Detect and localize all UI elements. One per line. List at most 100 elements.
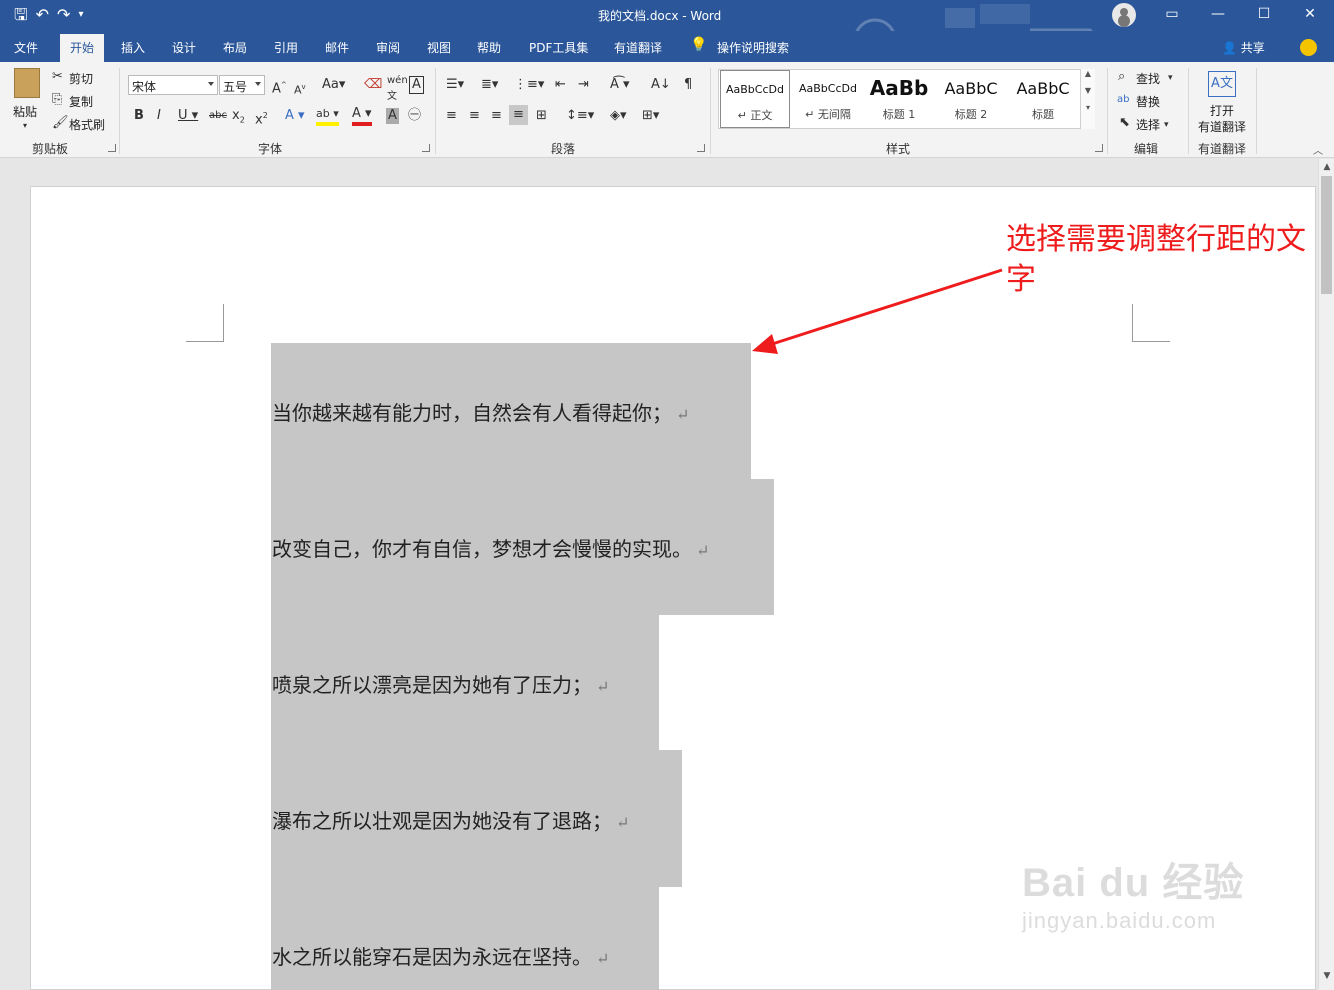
- save-icon[interactable]: 🖫: [14, 5, 28, 25]
- style-heading-1[interactable]: AaBb 标题 1: [866, 70, 932, 128]
- open-youdao-line2[interactable]: 有道翻译: [1198, 118, 1246, 135]
- grow-font-icon[interactable]: A^: [272, 77, 287, 97]
- paste-icon[interactable]: [14, 68, 40, 98]
- select-button[interactable]: 选择: [1136, 116, 1160, 133]
- tab-insert[interactable]: 插入: [121, 39, 145, 56]
- bullets-icon[interactable]: ☰▾: [446, 77, 464, 93]
- font-color-icon[interactable]: A ▾: [352, 106, 372, 126]
- superscript-icon[interactable]: x2: [255, 108, 268, 128]
- text-effects-icon[interactable]: A ▾: [285, 108, 305, 124]
- font-name-combobox[interactable]: 宋体: [128, 75, 218, 95]
- paragraph-launcher-icon[interactable]: [697, 144, 705, 152]
- collapse-ribbon-icon[interactable]: ︿: [1313, 142, 1323, 157]
- format-painter-button[interactable]: 格式刷: [69, 116, 105, 133]
- more-styles-icon[interactable]: ▾: [1081, 103, 1095, 112]
- borders-icon[interactable]: ⊞▾: [642, 108, 659, 124]
- select-cursor-icon[interactable]: ⬉: [1119, 115, 1130, 131]
- format-painter-icon[interactable]: 🖌: [52, 115, 69, 131]
- font-size-combobox[interactable]: 五号: [219, 75, 265, 95]
- subscript-icon[interactable]: x2: [232, 108, 245, 129]
- numbering-icon[interactable]: ≣▾: [481, 77, 498, 93]
- replace-icon[interactable]: ab: [1117, 92, 1129, 108]
- phonetic-guide-icon[interactable]: wén 文: [387, 73, 408, 105]
- feedback-smiley-icon[interactable]: [1300, 39, 1317, 56]
- document-line[interactable]: 当你越来越有能力时，自然会有人看得起你； ↵: [272, 397, 689, 426]
- strikethrough-icon[interactable]: abc: [209, 108, 227, 124]
- select-dropdown-icon[interactable]: ▾: [1164, 117, 1169, 133]
- share-button[interactable]: 👤 共享: [1222, 39, 1265, 56]
- tab-pdf-tools[interactable]: PDF工具集: [529, 39, 588, 56]
- distributed-icon[interactable]: ⊞: [536, 108, 547, 124]
- paste-dropdown-icon[interactable]: ▾: [23, 118, 27, 134]
- style-title[interactable]: AaBbC 标题: [1009, 70, 1077, 128]
- undo-icon[interactable]: ↶: [36, 5, 49, 25]
- align-left-icon[interactable]: ≡: [446, 108, 457, 124]
- find-button[interactable]: 查找: [1136, 70, 1160, 87]
- close-icon[interactable]: ✕: [1300, 4, 1320, 24]
- shrink-font-icon[interactable]: Av: [294, 79, 306, 99]
- tab-review[interactable]: 审阅: [376, 39, 400, 56]
- character-shading-icon[interactable]: A: [386, 108, 399, 124]
- copy-icon[interactable]: ⎘: [52, 92, 62, 108]
- tab-help[interactable]: 帮助: [477, 39, 501, 56]
- style-heading-2[interactable]: AaBbC 标题 2: [937, 70, 1005, 128]
- scroll-thumb[interactable]: [1321, 176, 1332, 294]
- maximize-icon[interactable]: ☐: [1254, 4, 1274, 24]
- tab-references[interactable]: 引用: [274, 39, 298, 56]
- document-line[interactable]: 瀑布之所以壮观是因为她没有了退路； ↵: [272, 805, 629, 834]
- scroll-down-icon[interactable]: ▼: [1319, 968, 1334, 984]
- style-no-spacing[interactable]: AaBbCcDd ↵ 无间隔: [793, 70, 863, 128]
- chevron-up-icon[interactable]: ▲: [1081, 69, 1095, 78]
- customize-qat-icon[interactable]: ▾: [78, 5, 83, 25]
- highlight-color-icon[interactable]: ab ▾: [316, 106, 339, 126]
- chevron-down-icon[interactable]: ▼: [1081, 86, 1095, 95]
- character-border-icon[interactable]: A: [409, 76, 424, 94]
- document-line[interactable]: 水之所以能穿石是因为永远在坚持。 ↵: [272, 941, 609, 970]
- align-center-icon[interactable]: ≡: [469, 108, 480, 124]
- line-spacing-icon[interactable]: ↕≡▾: [566, 108, 594, 124]
- underline-icon[interactable]: U ▾: [178, 108, 198, 124]
- chinese-layout-icon[interactable]: A͡ ▾: [610, 77, 630, 93]
- align-right-icon[interactable]: ≡: [491, 108, 502, 124]
- tell-me-search[interactable]: 操作说明搜索: [717, 39, 789, 56]
- tab-mailings[interactable]: 邮件: [325, 39, 349, 56]
- minimize-icon[interactable]: —: [1208, 4, 1228, 24]
- translate-icon[interactable]: A文: [1208, 71, 1236, 97]
- find-dropdown-icon[interactable]: ▾: [1168, 70, 1173, 86]
- ribbon-display-options-icon[interactable]: ▭: [1162, 4, 1182, 24]
- sort-icon[interactable]: A↓: [651, 77, 671, 93]
- bold-icon[interactable]: B: [134, 108, 144, 124]
- vertical-scrollbar[interactable]: ▲ ▼: [1318, 159, 1334, 990]
- show-marks-icon[interactable]: ¶: [684, 77, 692, 93]
- account-avatar-icon[interactable]: [1112, 3, 1136, 27]
- decrease-indent-icon[interactable]: ⇤: [555, 77, 566, 93]
- tab-layout[interactable]: 布局: [223, 39, 247, 56]
- cut-button[interactable]: 剪切: [69, 70, 93, 87]
- tab-design[interactable]: 设计: [172, 39, 196, 56]
- scissors-icon[interactable]: ✂: [52, 69, 63, 85]
- enclose-characters-icon[interactable]: ㊀: [408, 108, 421, 124]
- style-normal[interactable]: AaBbCcDd ↵ 正文: [720, 70, 790, 128]
- document-line[interactable]: 改变自己，你才有自信，梦想才会慢慢的实现。 ↵: [272, 533, 709, 562]
- styles-launcher-icon[interactable]: [1095, 144, 1103, 152]
- copy-button[interactable]: 复制: [69, 93, 93, 110]
- redo-icon[interactable]: ↷: [57, 5, 70, 25]
- tab-home[interactable]: 开始: [60, 34, 105, 62]
- italic-icon[interactable]: I: [157, 108, 161, 124]
- multilevel-list-icon[interactable]: ⋮≡▾: [514, 77, 544, 93]
- change-case-icon[interactable]: Aa▾: [322, 77, 345, 93]
- clipboard-launcher-icon[interactable]: [108, 144, 116, 152]
- tab-view[interactable]: 视图: [427, 39, 451, 56]
- lightbulb-icon[interactable]: 💡: [690, 37, 707, 53]
- open-youdao-line1[interactable]: 打开: [1210, 102, 1234, 119]
- font-launcher-icon[interactable]: [422, 144, 430, 152]
- styles-scroll[interactable]: ▲ ▼ ▾: [1080, 69, 1095, 129]
- shading-icon[interactable]: ◈▾: [610, 108, 627, 124]
- scroll-up-icon[interactable]: ▲: [1319, 159, 1334, 175]
- replace-button[interactable]: 替换: [1136, 93, 1160, 110]
- tab-file[interactable]: 文件: [14, 39, 38, 56]
- find-icon[interactable]: ⌕: [1118, 69, 1125, 85]
- clear-formatting-icon[interactable]: ⌫: [364, 77, 382, 93]
- document-line[interactable]: 喷泉之所以漂亮是因为她有了压力； ↵: [272, 669, 609, 698]
- justify-icon[interactable]: ≡: [509, 105, 528, 125]
